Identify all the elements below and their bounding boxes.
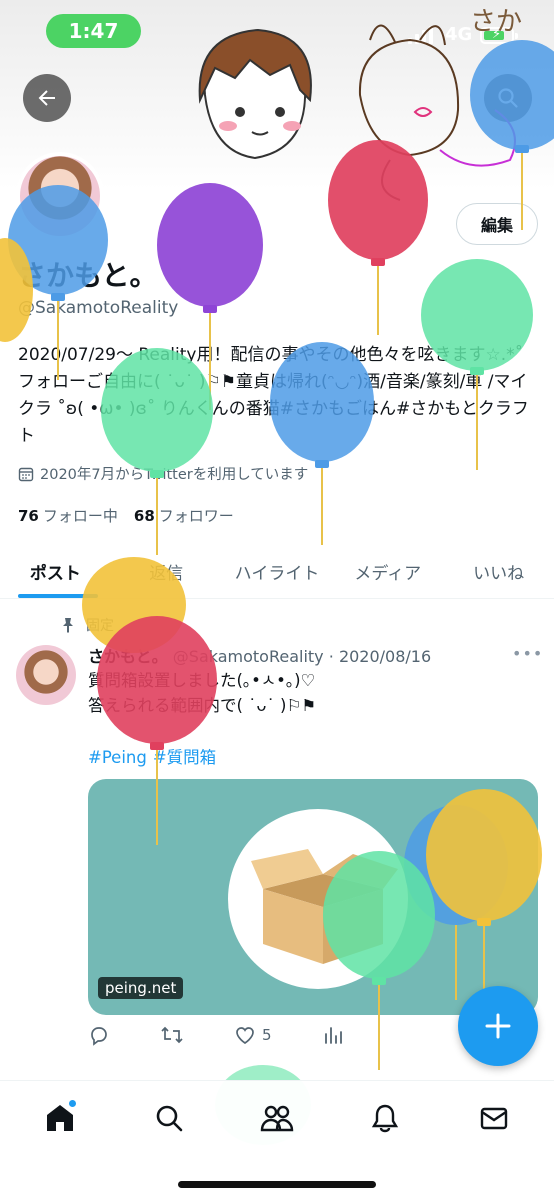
hashtag-question-box[interactable]: #質問箱 [153, 748, 216, 767]
tab-highlights[interactable]: ハイライト [222, 545, 333, 598]
profile-bio: 2020/07/29～ Reality用！配信の事やその他色々を呟きます☆.*˚… [18, 345, 529, 446]
joined-text: 2020年7月からTwitterを利用しています [40, 467, 309, 483]
display-name: さかもと。 [18, 259, 158, 292]
heart-icon [236, 1027, 254, 1045]
tweet-date[interactable]: 2020/08/16 [339, 647, 431, 666]
like-button[interactable]: 5 [234, 1024, 272, 1046]
communities-icon [260, 1105, 294, 1132]
profile-tabs: ポスト 返信 ハイライト メディア いいね [0, 545, 554, 599]
box-icon [251, 849, 398, 964]
pinned-indicator: 固定 [60, 615, 114, 635]
tweet-line-1: 質問箱設置しました(｡•ㅅ•｡)♡ [88, 671, 316, 690]
signal-icon [408, 26, 433, 44]
repost-button[interactable] [160, 1024, 184, 1046]
followers-link[interactable]: 68 フォロワー [134, 505, 234, 526]
tweet-header: さかもと。 @SakamotoReality · 2020/08/16 [88, 643, 431, 667]
tab-replies[interactable]: 返信 [111, 545, 222, 598]
profile-handle: @SakamotoReality [18, 298, 179, 318]
following-count: 76 [18, 507, 39, 525]
repost-icon [161, 1026, 183, 1044]
calendar-icon [18, 467, 34, 481]
search-icon [156, 1105, 182, 1132]
nav-notifications[interactable] [360, 1093, 410, 1143]
following-label: フォロー中 [42, 507, 118, 525]
like-count: 5 [262, 1026, 272, 1044]
link-card[interactable]: peing.net [88, 779, 538, 1015]
follow-stats: 76 フォロー中 68 フォロワー [18, 505, 234, 526]
joined-date: 2020年7月からTwitterを利用しています [18, 463, 308, 484]
tweet-line-2: 答えられる範囲内で( ˙ᴗ˙ )⚐⚑ [88, 696, 317, 715]
tweet-author[interactable]: さかもと。 [88, 647, 168, 666]
followers-count: 68 [133, 507, 155, 525]
nav-communities[interactable] [252, 1093, 302, 1143]
pinned-label: 固定 [86, 618, 114, 634]
arrow-left-icon [38, 90, 55, 106]
search-icon [498, 88, 518, 108]
tweet-separator: · [328, 647, 334, 666]
bottom-nav [0, 1080, 554, 1200]
battery-icon: ⚡ [480, 27, 518, 44]
tweet-avatar[interactable] [16, 645, 76, 705]
more-options-icon[interactable]: ••• [512, 644, 543, 663]
home-indicator [178, 1181, 376, 1188]
profile-avatar[interactable] [16, 152, 104, 240]
reply-icon [91, 1027, 107, 1046]
nav-search[interactable] [144, 1093, 194, 1143]
tab-media[interactable]: メディア [332, 545, 443, 598]
analytics-icon [324, 1027, 342, 1044]
envelope-icon [480, 1107, 507, 1130]
following-link[interactable]: 76 フォロー中 [18, 505, 118, 526]
search-button[interactable] [484, 74, 532, 122]
bell-icon [372, 1104, 399, 1133]
status-time: 1:47 [46, 14, 141, 48]
tweet-hashtags: #Peing #質問箱 [88, 744, 222, 768]
nav-home[interactable] [35, 1093, 85, 1143]
tab-likes[interactable]: いいね [443, 545, 554, 598]
tweet-actions: 5 [88, 1024, 448, 1046]
edit-profile-button[interactable]: 編集 [456, 203, 538, 245]
tweet-text: 質問箱設置しました(｡•ㅅ•｡)♡ 答えられる範囲内で( ˙ᴗ˙ )⚐⚑ [88, 668, 528, 718]
card-url: peing.net [98, 977, 184, 999]
pin-icon [63, 618, 73, 633]
hashtag-peing[interactable]: #Peing [88, 748, 147, 767]
views-button[interactable] [322, 1024, 344, 1046]
network-label: 4G [445, 24, 473, 45]
nav-messages[interactable] [469, 1093, 519, 1143]
back-button[interactable] [23, 74, 71, 122]
reply-button[interactable] [88, 1024, 110, 1046]
followers-label: フォロワー [158, 507, 234, 525]
plus-icon [485, 1013, 511, 1039]
tab-posts[interactable]: ポスト [0, 545, 111, 598]
compose-button[interactable] [458, 986, 538, 1066]
status-bar: 1:47 4G ⚡ [0, 0, 554, 64]
tweet-handle: @SakamotoReality [172, 647, 324, 666]
